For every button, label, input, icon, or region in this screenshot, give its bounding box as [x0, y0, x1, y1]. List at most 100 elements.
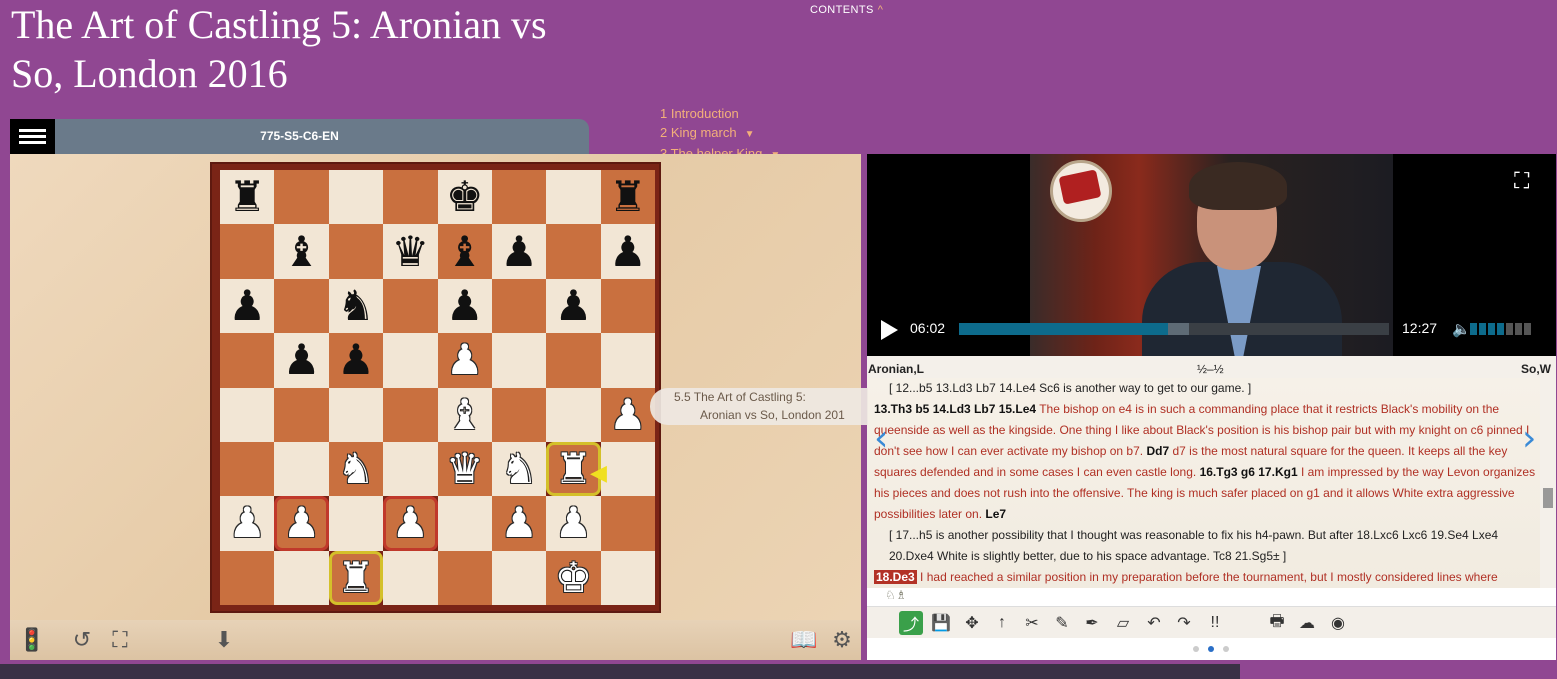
square-e4[interactable]: ♝	[437, 387, 492, 442]
move-text[interactable]: 16.Tg3	[1200, 465, 1238, 479]
black-rook-icon[interactable]: ♜	[220, 170, 274, 224]
square-f4[interactable]	[491, 387, 547, 442]
square-c8[interactable]	[328, 170, 384, 225]
pen-icon[interactable]: ✒	[1080, 611, 1104, 635]
volume-bar[interactable]	[1515, 323, 1522, 335]
promote-variation-icon[interactable]: ↑	[990, 611, 1014, 635]
chapter-tooltip[interactable]: 5.5 The Art of Castling 5: Aronian vs So…	[650, 388, 868, 425]
variation-line[interactable]: [ 17...h5 is another possibility that I …	[874, 525, 1540, 567]
square-e3[interactable]: ♛	[437, 441, 492, 497]
square-g2[interactable]: ♟	[546, 496, 601, 551]
play-icon[interactable]	[881, 320, 898, 340]
square-h2[interactable]	[600, 496, 655, 551]
square-f2[interactable]: ♟	[491, 496, 547, 551]
page-dot[interactable]	[1208, 646, 1214, 652]
square-g5[interactable]	[546, 333, 601, 388]
square-g1[interactable]: ♚	[546, 550, 601, 605]
black-queen-icon[interactable]: ♛	[383, 224, 437, 278]
white-pawn-icon[interactable]: ♟	[601, 388, 655, 442]
black-knight-icon[interactable]: ♞	[329, 279, 383, 333]
volume-bar[interactable]	[1506, 323, 1513, 335]
square-d8[interactable]	[383, 170, 438, 225]
white-pawn-icon[interactable]: ♟	[492, 496, 546, 550]
square-c5[interactable]: ♟	[328, 333, 384, 388]
white-king-icon[interactable]: ♚	[546, 551, 600, 605]
square-d1[interactable]	[383, 550, 438, 605]
square-f3[interactable]: ♞	[491, 441, 547, 497]
black-pawn-icon[interactable]: ♟	[220, 279, 274, 333]
square-b3[interactable]	[274, 441, 329, 497]
square-a3[interactable]	[220, 441, 275, 497]
square-f1[interactable]	[491, 550, 547, 605]
chevron-left-icon[interactable]: ‹	[874, 418, 888, 459]
video-player[interactable]: ⛶ 06:02 12:27 🔈	[867, 154, 1556, 356]
volume-bar[interactable]	[1524, 323, 1531, 335]
toc-item[interactable]: 2 King march ▼	[660, 123, 860, 144]
white-pawn-icon[interactable]: ♟	[546, 496, 600, 550]
square-b5[interactable]: ♟	[274, 333, 329, 388]
eraser-icon[interactable]: ▱	[1111, 611, 1135, 635]
toc-item[interactable]: 3 The helper King▼	[660, 144, 860, 154]
square-b7[interactable]: ♝	[274, 224, 329, 279]
annotation-icon[interactable]: !!	[1203, 611, 1227, 635]
rotate-board-icon[interactable]: ↺	[68, 626, 96, 654]
square-g7[interactable]	[546, 224, 601, 279]
square-f7[interactable]: ♟	[491, 224, 547, 279]
volume-bar[interactable]	[1488, 323, 1495, 335]
square-c1[interactable]: ♜	[328, 550, 384, 605]
save-icon[interactable]: 💾	[929, 611, 953, 635]
square-f6[interactable]	[491, 278, 547, 334]
volume-icon[interactable]: 🔈	[1452, 320, 1471, 338]
square-d5[interactable]	[383, 333, 438, 388]
white-pawn-icon[interactable]: ♟	[277, 499, 325, 547]
page-dot[interactable]	[1223, 646, 1229, 652]
square-d2[interactable]: ♟	[383, 496, 438, 551]
square-c6[interactable]: ♞	[328, 278, 384, 334]
square-b1[interactable]	[274, 550, 329, 605]
redo-icon[interactable]: ↷	[1172, 611, 1196, 635]
black-pawn-icon[interactable]: ♟	[546, 279, 600, 333]
white-bishop-icon[interactable]: ♝	[438, 388, 492, 442]
square-b2[interactable]: ♟	[274, 496, 329, 551]
traffic-light-icon[interactable]: 🚦	[18, 626, 46, 654]
square-d4[interactable]	[383, 387, 438, 442]
square-f5[interactable]	[491, 333, 547, 388]
square-a1[interactable]	[220, 550, 275, 605]
square-c4[interactable]	[328, 387, 384, 442]
square-h7[interactable]: ♟	[600, 224, 655, 279]
square-c3[interactable]: ♞	[328, 441, 384, 497]
square-c7[interactable]	[328, 224, 384, 279]
square-a4[interactable]	[220, 387, 275, 442]
square-d7[interactable]: ♛	[383, 224, 438, 279]
engine-icon[interactable]: ◉	[1326, 611, 1350, 635]
delete-variation-icon[interactable]: ✂	[1020, 611, 1044, 635]
chessboard[interactable]: ♜ ♚ ♜ ♝ ♛ ♝ ♟ ♟ ♟ ♞ ♟ ♟ ♟ ♟ ♟ ♝ ♟ ♞ ♛ ♞ ♜ ♟ ♟ ♟ ♟ ♟ ♜ ♚	[220, 170, 655, 605]
fullscreen-board-icon[interactable]: ⛶	[106, 626, 134, 654]
black-pawn-icon[interactable]: ♟	[329, 333, 383, 387]
black-king-icon[interactable]: ♚	[438, 170, 492, 224]
white-pawn-icon[interactable]: ♟	[220, 496, 274, 550]
seek-bar[interactable]	[959, 323, 1389, 335]
volume-bar[interactable]	[1497, 323, 1504, 335]
square-f8[interactable]	[491, 170, 547, 225]
square-b4[interactable]	[274, 387, 329, 442]
square-h4[interactable]: ♟	[600, 387, 655, 442]
fullscreen-video-icon[interactable]: ⛶	[1514, 168, 1540, 193]
download-icon[interactable]: ⬇	[210, 626, 238, 654]
notation-panel[interactable]: [ 12...b5 13.Ld3 Lb7 14.Le4 Sc6 is anoth…	[867, 378, 1540, 588]
black-pawn-icon[interactable]: ♟	[438, 279, 492, 333]
square-d3[interactable]	[383, 441, 438, 497]
move-text[interactable]: Dd7	[1146, 444, 1169, 458]
white-pawn-icon[interactable]: ♟	[438, 333, 492, 387]
white-queen-icon[interactable]: ♛	[438, 442, 492, 496]
print-icon[interactable]: 🖶	[1265, 611, 1289, 635]
move-text[interactable]: g6 17.Kg1	[1241, 465, 1298, 479]
square-a5[interactable]	[220, 333, 275, 388]
black-pawn-icon[interactable]: ♟	[274, 333, 328, 387]
white-knight-icon[interactable]: ♞	[492, 442, 546, 496]
square-e8[interactable]: ♚	[437, 170, 492, 225]
toc-item[interactable]: 1 Introduction	[660, 104, 860, 123]
square-h3[interactable]	[600, 441, 655, 497]
square-c2[interactable]	[328, 496, 384, 551]
volume-slider[interactable]	[1470, 323, 1531, 335]
